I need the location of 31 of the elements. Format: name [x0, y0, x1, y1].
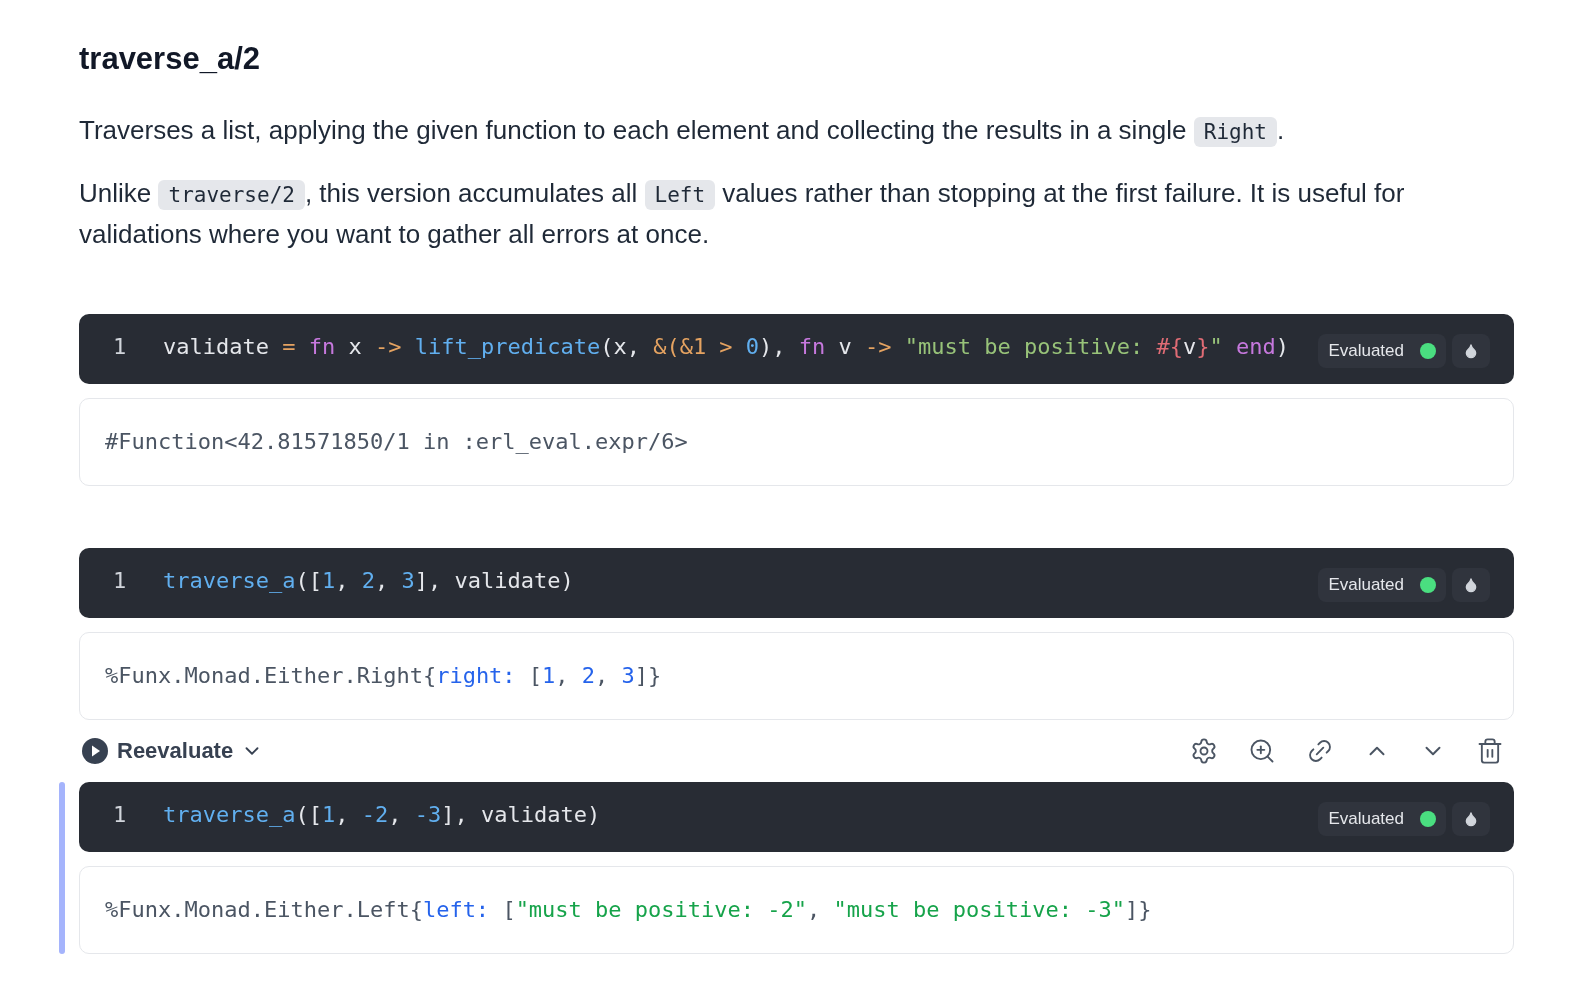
description-paragraph: Unlike traverse/2 , this version accumulates all Left values rather than stopping at the first failure. It is useful for validations where you want to gather all errors at once. [79, 176, 1406, 251]
droplet-icon [1463, 810, 1479, 827]
droplet-icon [1463, 342, 1479, 359]
page-title: traverse_a/2 [79, 40, 261, 78]
description-paragraph: Traverses a list, applying the given function to each element and collecting the results in a single Right . [79, 113, 1286, 149]
output-text: %Funx.Monad.Either.Left{left: ["must be positive: -2", "must be positive: -3"]} [105, 896, 1152, 924]
format-button[interactable] [1452, 567, 1490, 602]
trash-icon[interactable] [1476, 736, 1504, 765]
droplet-icon [1463, 576, 1479, 593]
code-line: traverse_a([1, 2, 3], validate) [163, 566, 574, 595]
play-icon [81, 736, 109, 765]
inline-code: Right [1193, 116, 1277, 147]
code-line: validate = fn x -> lift_predicate(x, &(&1 > 0), fn v -> "must be positive: #{v}" end) [163, 332, 1290, 361]
line-number: 1 [112, 332, 128, 361]
settings-icon[interactable] [1190, 736, 1218, 765]
status-badge: Evaluated [1318, 567, 1446, 602]
code-line: traverse_a([1, -2, -3], validate) [163, 800, 601, 829]
reevaluate-button[interactable]: Reevaluate [79, 734, 264, 767]
status-badge: Evaluated [1318, 333, 1446, 368]
status-badge: Evaluated [1318, 801, 1446, 836]
output-text: %Funx.Monad.Either.Right{right: [1, 2, 3]} [105, 662, 662, 690]
line-number: 1 [112, 800, 128, 829]
output-text: #Function<42.81571850/1 in :erl_eval.expr/6> [105, 428, 688, 456]
code-editor[interactable]: 1 validate = fn x -> lift_predicate(x, &(&1 > 0), fn v -> "must be positive: #{v}" end) Evaluated [79, 313, 1514, 384]
code-editor[interactable]: 1 traverse_a([1, 2, 3], validate) Evaluated [79, 547, 1514, 618]
inline-code: Left [644, 179, 716, 210]
format-button[interactable] [1452, 801, 1490, 836]
code-editor[interactable]: 1 traverse_a([1, -2, -3], validate) Evaluated [79, 781, 1514, 852]
inline-code: traverse/2 [158, 179, 305, 210]
line-number: 1 [112, 566, 128, 595]
format-button[interactable] [1452, 333, 1490, 368]
